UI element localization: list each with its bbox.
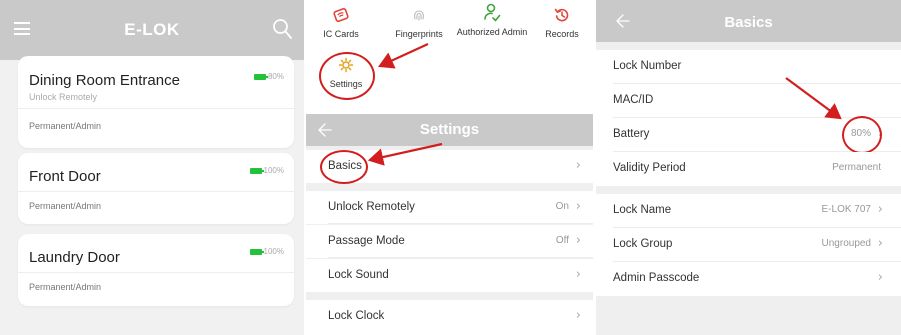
basics-row-mac-id: MAC/ID — [596, 84, 901, 118]
screen-title: Basics — [724, 14, 773, 31]
app-header: E-LOK — [0, 0, 304, 60]
chevron-right-icon: › — [877, 202, 883, 217]
basics-row-lock-name[interactable]: Lock Name E-LOK 707 › — [596, 194, 901, 228]
row-label: Lock Sound — [328, 269, 389, 281]
divider — [18, 191, 294, 192]
access-type: Permanent/Admin — [29, 201, 102, 211]
row-value: E-LOK 707 — [821, 204, 871, 215]
settings-row-lock-clock[interactable]: Lock Clock › — [306, 300, 593, 335]
app-title: E-LOK — [124, 20, 180, 39]
quick-action-label: IC Cards — [323, 29, 359, 39]
lock-card[interactable]: Laundry Door 100% Permanent/Admin — [18, 234, 294, 306]
chevron-right-icon: › — [877, 270, 883, 285]
basics-row-admin-passcode[interactable]: Admin Passcode › — [596, 262, 901, 296]
quick-action-records[interactable]: Records — [530, 4, 593, 39]
search-icon[interactable] — [272, 18, 292, 40]
quick-action-label: Authorized Admin — [456, 27, 528, 37]
chevron-right-icon: › — [575, 233, 581, 248]
screen-title: Settings — [419, 121, 480, 138]
lock-card[interactable]: Front Door 100% Permanent/Admin — [18, 153, 294, 224]
quick-action-label: Records — [545, 29, 579, 39]
chevron-right-icon: › — [575, 308, 581, 323]
battery-percent: 100% — [263, 247, 284, 256]
row-value: Off — [555, 235, 569, 246]
chevron-right-icon: › — [575, 267, 581, 282]
chevron-right-icon: › — [575, 199, 581, 214]
basics-navbar: Basics — [596, 0, 901, 42]
quick-action-fingerprints[interactable]: Fingerprints — [382, 4, 456, 39]
row-label: Battery — [613, 128, 650, 140]
chevron-right-icon: › — [575, 158, 581, 173]
lock-card[interactable]: Dining Room Entrance Unlock Remotely 80%… — [18, 56, 294, 148]
annotation-circle — [842, 116, 882, 154]
battery-indicator: 100% — [249, 166, 284, 175]
quick-action-authorized-admin[interactable]: Authorized Admin — [456, 2, 528, 37]
row-separator — [328, 223, 593, 224]
divider — [18, 108, 294, 109]
row-label: Passage Mode — [328, 235, 405, 247]
fingerprint-icon — [414, 10, 424, 21]
annotation-circle — [320, 150, 368, 184]
access-type: Permanent/Admin — [29, 282, 102, 292]
lock-settings-screen: IC Cards Fingerprints Authorized Admin R… — [306, 0, 593, 335]
lock-list-screen: E-LOK Dining Room Entrance Unlock Remote… — [0, 0, 304, 335]
lock-status: Unlock Remotely — [29, 92, 98, 102]
basics-row-lock-number: Lock Number — [596, 50, 901, 84]
battery-percent: 100% — [263, 166, 284, 175]
chevron-right-icon: › — [877, 236, 883, 251]
basics-row-validity-period: Validity Period Permanent — [596, 152, 901, 186]
battery-icon — [249, 248, 264, 255]
row-label: Unlock Remotely — [328, 201, 415, 213]
lock-name: Laundry Door — [29, 249, 120, 266]
basics-row-lock-group[interactable]: Lock Group Ungrouped › — [596, 228, 901, 262]
battery-indicator: 100% — [249, 247, 284, 256]
settings-row-passage-mode[interactable]: Passage Mode Off › — [306, 225, 593, 258]
settings-row-unlock-remotely[interactable]: Unlock Remotely On › — [306, 191, 593, 224]
annotation-circle — [319, 52, 375, 100]
lock-name: Dining Room Entrance — [29, 72, 180, 89]
battery-indicator: 80% — [253, 72, 284, 81]
battery-percent: 80% — [267, 72, 284, 81]
row-label: MAC/ID — [613, 94, 654, 106]
row-label: Validity Period — [613, 162, 686, 174]
row-value: On — [555, 201, 569, 212]
authorized-admin-icon — [484, 3, 501, 22]
settings-row-lock-sound[interactable]: Lock Sound › — [306, 259, 593, 292]
settings-navbar: Settings — [306, 114, 593, 146]
row-value: Ungrouped — [821, 238, 871, 249]
lock-name: Front Door — [29, 168, 101, 185]
screenshot-composite: E-LOK Dining Room Entrance Unlock Remote… — [0, 0, 901, 335]
row-separator — [328, 257, 593, 258]
access-type: Permanent/Admin — [29, 121, 102, 131]
row-label: Lock Clock — [328, 310, 385, 322]
row-value: Permanent — [832, 162, 881, 173]
row-label: Lock Name — [613, 204, 672, 216]
battery-icon — [249, 167, 264, 174]
lock-basics-screen: Basics Lock Number MAC/ID Battery 80% › … — [596, 0, 901, 335]
battery-icon — [253, 73, 268, 80]
divider — [18, 272, 294, 273]
row-label: Lock Group — [613, 238, 673, 250]
row-label: Admin Passcode — [613, 272, 700, 284]
quick-action-ic-cards[interactable]: IC Cards — [306, 4, 376, 39]
row-label: Lock Number — [613, 60, 682, 72]
quick-action-label: Fingerprints — [395, 29, 443, 39]
ic-card-icon — [333, 8, 349, 22]
records-icon — [554, 8, 569, 22]
